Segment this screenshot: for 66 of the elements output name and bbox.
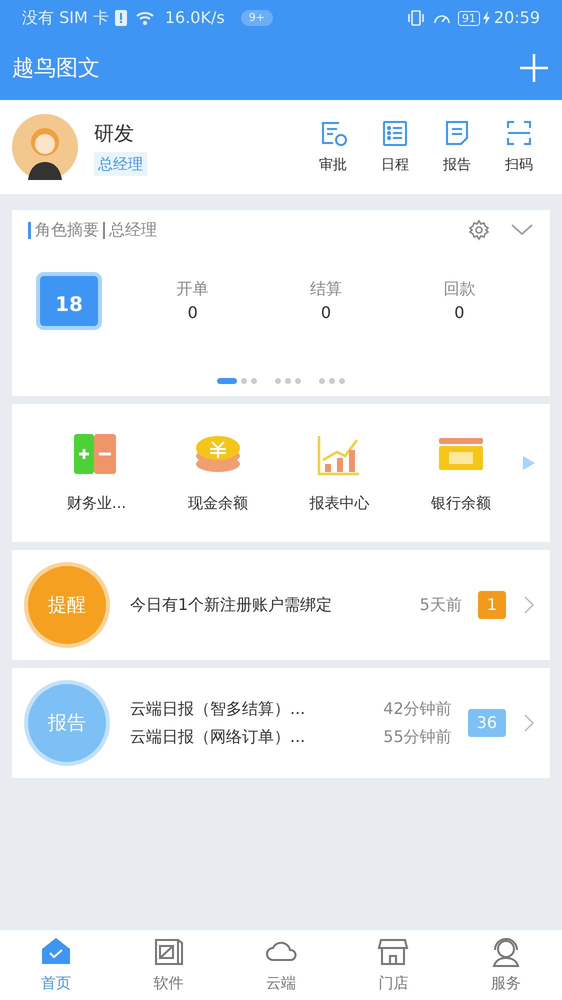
chevron-down-icon[interactable]	[510, 223, 534, 237]
page-dot[interactable]	[251, 378, 257, 384]
page-dot[interactable]	[275, 378, 281, 384]
approve-button[interactable]: 审批	[302, 118, 364, 176]
service-tab[interactable]: 服务	[466, 936, 546, 994]
count-badge: 1	[478, 591, 506, 619]
schedule-button[interactable]: 日程	[364, 118, 426, 176]
report-row[interactable]: 报告 云端日报（智多结算）... 42分钟前 云端日报（网络订单）... 55分钟前 36	[12, 668, 550, 778]
box-tab[interactable]: 软件	[128, 936, 209, 994]
reminder-row[interactable]: 提醒 今日有1个新注册账户需绑定 5天前 1	[12, 550, 550, 660]
scan-icon	[505, 118, 533, 146]
stat-value: 0	[188, 302, 198, 324]
scan-button[interactable]: 扫码	[488, 118, 550, 176]
stat-value: 0	[320, 302, 332, 324]
add-icon[interactable]	[518, 52, 550, 84]
message-time: 5天前	[420, 594, 462, 616]
report-button[interactable]: 报告	[426, 118, 488, 176]
store-tab[interactable]: 门店	[353, 936, 434, 994]
settings-icon[interactable]	[468, 219, 490, 241]
chevron-right-icon	[524, 596, 534, 614]
chevron-right-icon	[524, 714, 534, 732]
stat-label: 开单	[176, 278, 209, 300]
page-dot[interactable]	[329, 378, 335, 384]
network-speed: 16.0K/s	[164, 7, 225, 29]
page-dot[interactable]	[295, 378, 301, 384]
plusminus-shortcut[interactable]: 财务业...	[66, 432, 126, 514]
message-text: 今日有1个新注册账户需绑定	[130, 594, 334, 616]
avatar	[12, 114, 78, 180]
role-tag: 总经理	[94, 152, 147, 176]
report-icon	[443, 118, 471, 146]
clock-time: 20:59	[494, 7, 540, 29]
notification-count: 9+	[240, 10, 273, 26]
service-icon	[490, 936, 522, 968]
battery-level: 91	[458, 10, 480, 26]
page-dot[interactable]	[241, 378, 247, 384]
chart-shortcut[interactable]: 报表中心	[309, 432, 370, 514]
message-time: 42分钟前	[383, 698, 452, 720]
vibrate-icon	[406, 9, 426, 27]
wifi-icon	[134, 10, 155, 26]
badge-circle: 提醒	[28, 566, 106, 644]
message-text: 云端日报（网络订单）...	[130, 726, 306, 748]
cloud-tab[interactable]: 云端	[240, 936, 321, 994]
badge-circle: 报告	[28, 684, 106, 762]
stat-label: 结算	[310, 278, 342, 300]
card-shortcut[interactable]: 银行余额	[431, 432, 492, 514]
page-dot[interactable]	[285, 378, 291, 384]
message-time: 55分钟前	[383, 726, 452, 748]
page-dot[interactable]	[319, 378, 325, 384]
message-text: 云端日报（智多结算）...	[130, 698, 306, 720]
divider-bar	[103, 222, 105, 238]
carrier-text: 没有 SIM 卡	[22, 7, 109, 29]
charging-icon	[482, 10, 492, 26]
stat-value: 0	[454, 302, 464, 324]
coins-shortcut[interactable]: 现金余额	[188, 432, 248, 514]
card-subtitle: 总经理	[109, 219, 157, 241]
user-name: 研发	[94, 120, 134, 147]
stat-label: 回款	[443, 278, 476, 300]
calendar-date: 18	[36, 272, 102, 330]
schedule-icon	[381, 118, 409, 146]
next-arrow-icon[interactable]	[522, 455, 536, 471]
count-badge: 36	[468, 709, 506, 737]
sim-alert-icon	[112, 9, 129, 27]
accent-bar	[28, 222, 31, 238]
card-title: 角色摘要	[35, 219, 99, 241]
app-title: 越鸟图文	[12, 54, 100, 82]
page-dot[interactable]	[339, 378, 345, 384]
